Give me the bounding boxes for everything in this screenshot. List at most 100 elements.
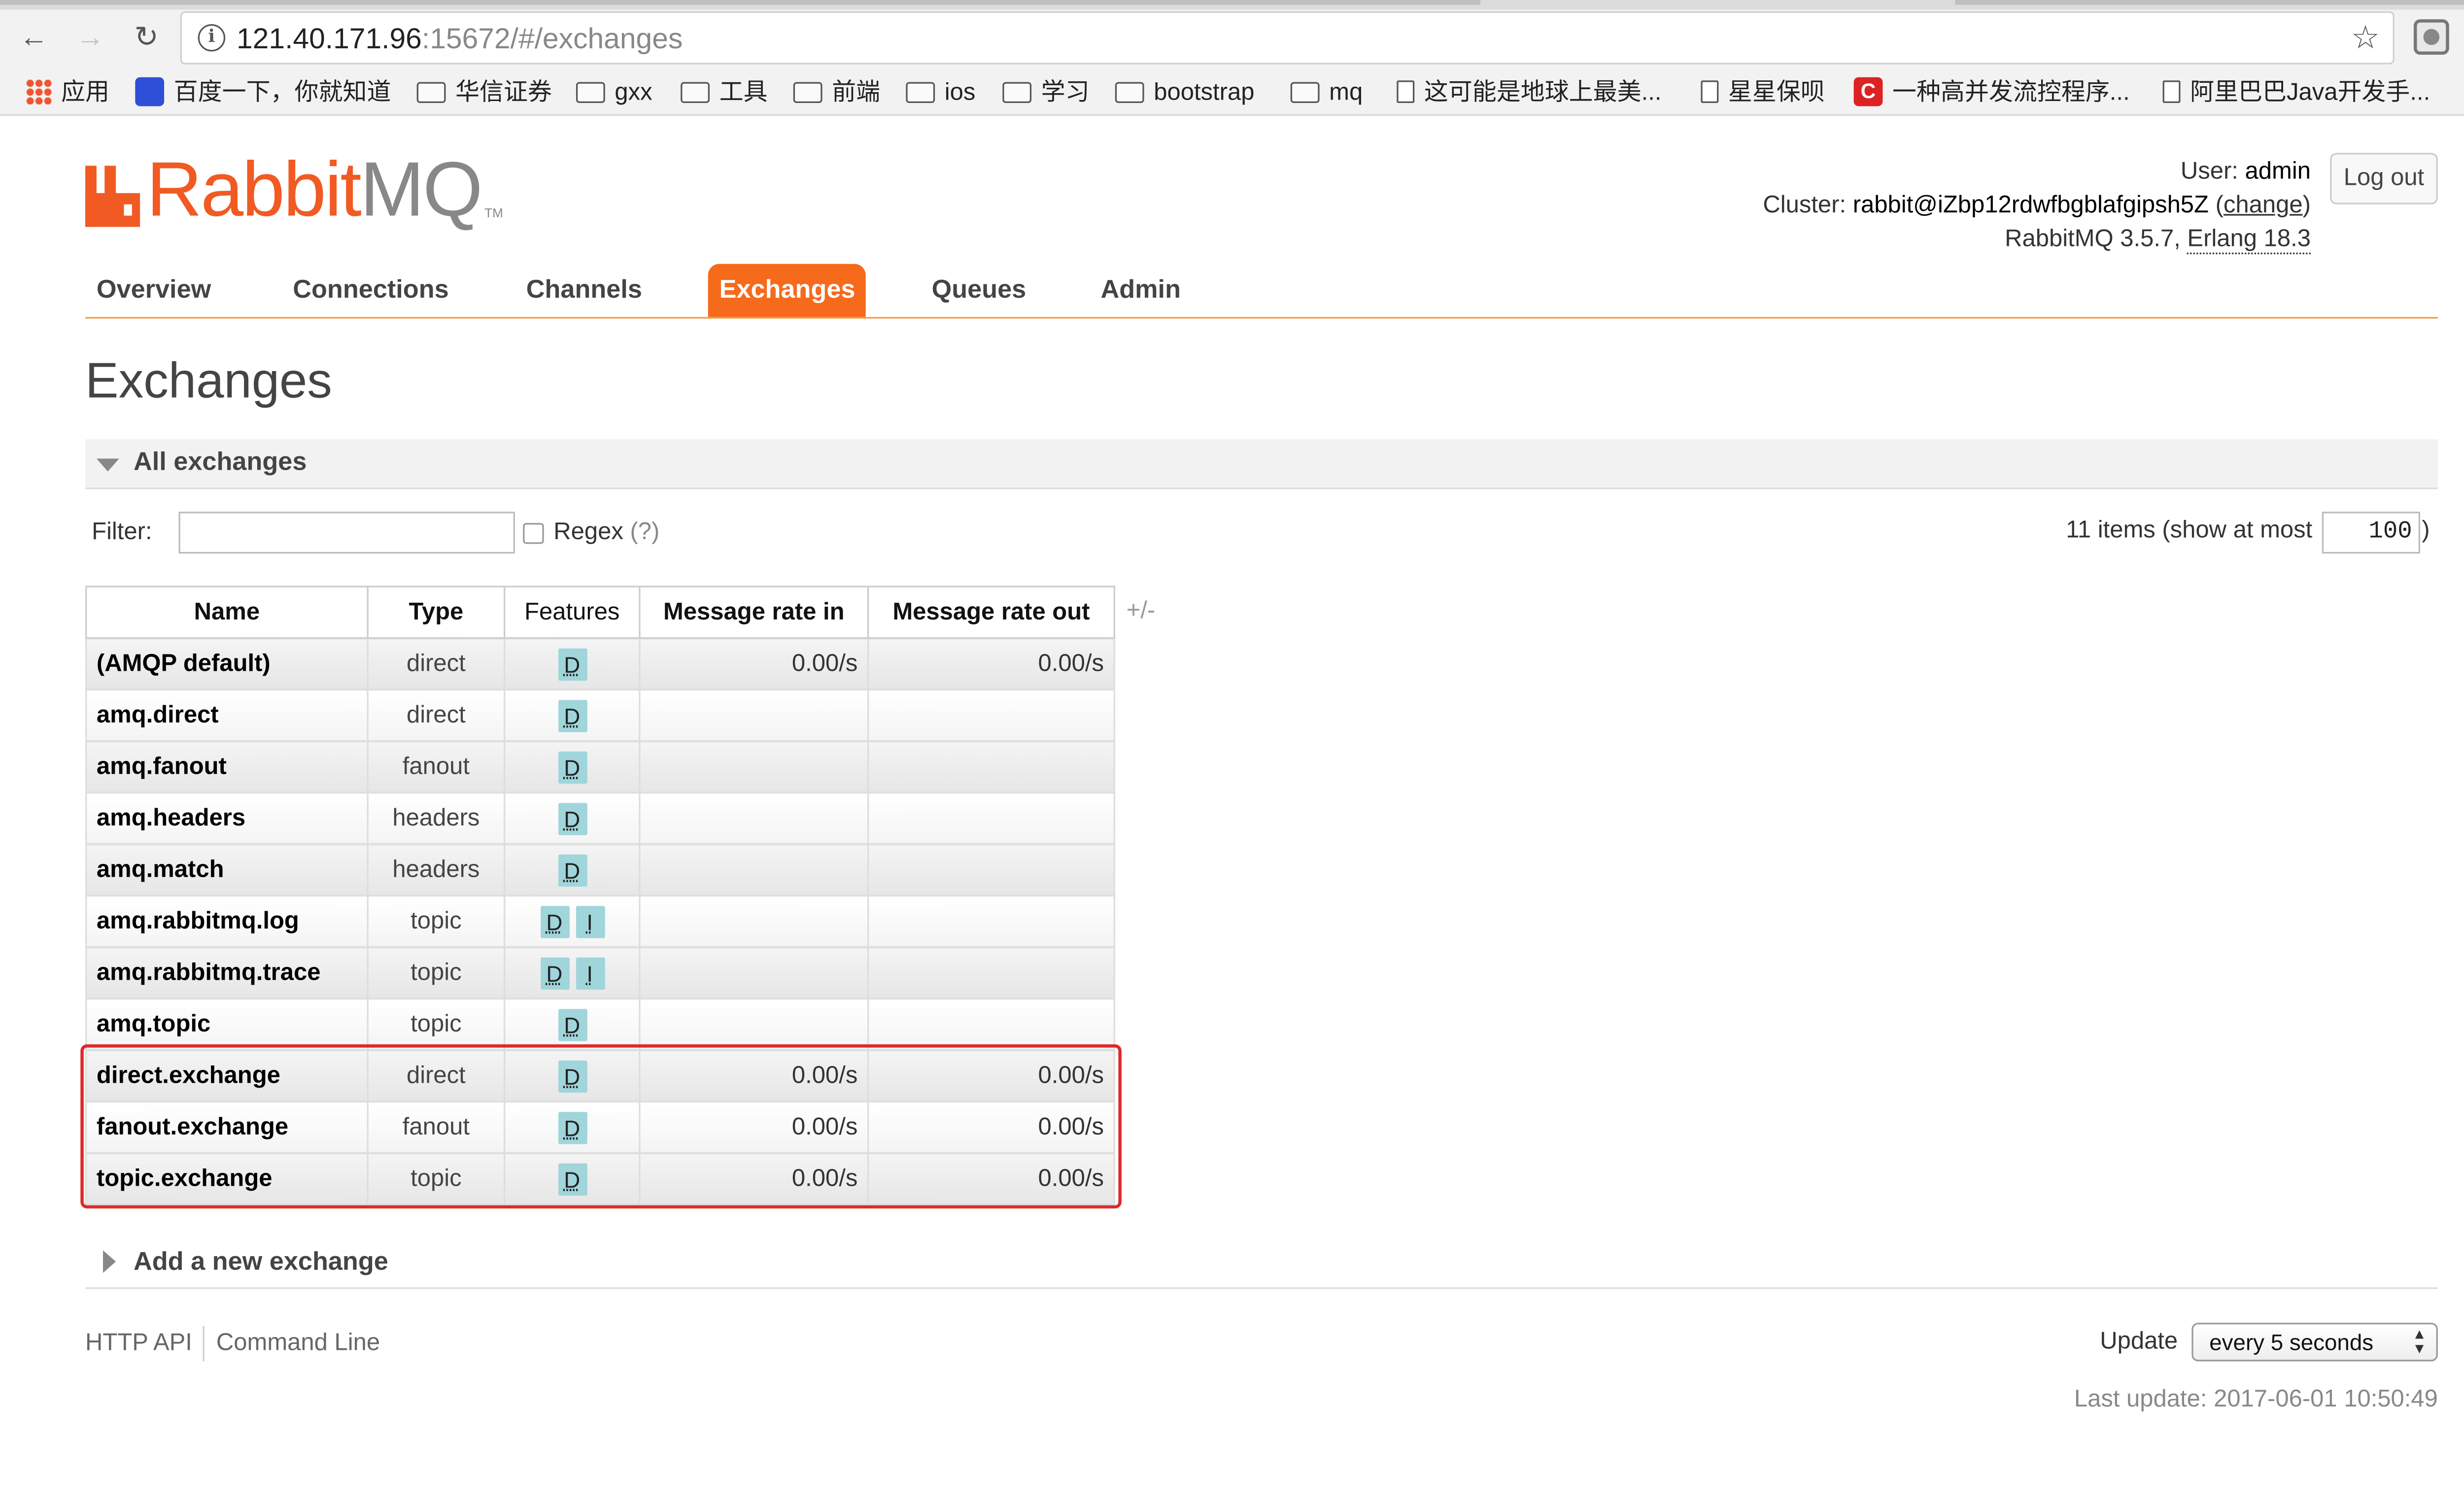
regex-checkbox[interactable] xyxy=(523,523,544,544)
bookmark-folder[interactable]: 学习 xyxy=(1002,77,1090,109)
bookmark-folder[interactable]: 前端 xyxy=(793,77,880,109)
http-api-link[interactable]: HTTP API xyxy=(85,1329,192,1357)
tab-exchanges[interactable]: Exchanges xyxy=(708,264,867,317)
extension-icon[interactable] xyxy=(2413,19,2449,55)
back-icon[interactable]: ← xyxy=(16,19,52,55)
tab-queues[interactable]: Queues xyxy=(921,264,1037,317)
exchange-type: direct xyxy=(367,688,506,742)
exchange-name-link[interactable]: amq.fanout xyxy=(85,740,369,793)
update-interval-select[interactable]: every 5 seconds ▲ ▼ xyxy=(2191,1323,2438,1362)
exchange-type: direct xyxy=(367,637,506,690)
logout-button[interactable]: Log out xyxy=(2330,153,2438,205)
bookmark-folder[interactable]: 华信证券 xyxy=(416,77,552,109)
message-rate-in xyxy=(639,946,869,999)
bookmark-star-icon[interactable]: ☆ xyxy=(2351,18,2380,58)
bookmark-folder[interactable]: ios xyxy=(906,77,975,109)
message-rate-out: 0.00/s xyxy=(867,1049,1115,1102)
exchange-type: topic xyxy=(367,894,506,948)
tab-connections[interactable]: Connections xyxy=(281,264,460,317)
exchange-features: D xyxy=(504,791,641,845)
browser-tab[interactable] xyxy=(1955,0,2464,5)
message-rate-in xyxy=(639,843,869,896)
table-row[interactable]: amq.topic topic D xyxy=(85,997,1115,1051)
bookmark-folder[interactable]: gxx xyxy=(576,77,652,109)
table-row[interactable]: amq.match headers D xyxy=(85,843,1115,896)
table-row[interactable]: amq.direct direct D xyxy=(85,688,1115,742)
select-arrows-icon: ▲ ▼ xyxy=(2412,1326,2427,1357)
col-rate-out[interactable]: Message rate out xyxy=(867,585,1115,639)
exchange-name-link[interactable]: fanout.exchange xyxy=(85,1100,369,1154)
url-text[interactable]: 121.40.171.96:15672/#/exchanges xyxy=(237,23,683,57)
exchange-name-link[interactable]: amq.match xyxy=(85,843,369,896)
message-rate-in: 0.00/s xyxy=(639,1100,869,1154)
bookmark-page[interactable]: 这可能是地球上最美... xyxy=(1397,77,1661,109)
table-row[interactable]: (AMQP default) direct D 0.00/s 0.00/s xyxy=(85,637,1115,690)
col-type[interactable]: Type xyxy=(367,585,506,639)
table-row[interactable]: amq.rabbitmq.trace topic D I xyxy=(85,946,1115,999)
tab-overview[interactable]: Overview xyxy=(85,264,222,317)
table-row[interactable]: amq.fanout fanout D xyxy=(85,740,1115,793)
add-exchange-toggle[interactable]: Add a new exchange xyxy=(85,1239,2438,1289)
internal-badge: I xyxy=(575,957,605,989)
regex-help-link[interactable]: (?) xyxy=(630,518,659,546)
column-toggle[interactable]: +/- xyxy=(1127,597,1156,624)
change-cluster-link[interactable]: change xyxy=(2224,192,2303,219)
exchange-name-link[interactable]: amq.rabbitmq.trace xyxy=(85,946,369,999)
exchange-name-link[interactable]: direct.exchange xyxy=(85,1049,369,1102)
folder-icon xyxy=(1115,81,1144,103)
exchange-name-link[interactable]: amq.rabbitmq.log xyxy=(85,894,369,948)
bookmark-csdn[interactable]: C 一种高并发流控程序... xyxy=(1853,77,2130,109)
close-paren: ) xyxy=(2422,516,2430,544)
table-row[interactable]: amq.headers headers D xyxy=(85,791,1115,845)
message-rate-in: 0.00/s xyxy=(639,1049,869,1102)
exchange-features: D xyxy=(504,637,641,690)
message-rate-in: 0.00/s xyxy=(639,1152,869,1205)
message-rate-out xyxy=(867,946,1115,999)
exchange-features: D xyxy=(504,1049,641,1102)
table-row[interactable]: direct.exchange direct D 0.00/s 0.00/s xyxy=(85,1049,1115,1102)
cluster-label: Cluster: xyxy=(1763,191,1847,219)
update-interval-value: every 5 seconds xyxy=(2209,1329,2374,1355)
bookmark-page[interactable]: 星星保呗 xyxy=(1701,77,1825,109)
durable-badge: D xyxy=(557,1060,587,1092)
exchange-name-link[interactable]: amq.topic xyxy=(85,997,369,1051)
exchange-type: fanout xyxy=(367,1100,506,1154)
table-row[interactable]: topic.exchange topic D 0.00/s 0.00/s xyxy=(85,1152,1115,1205)
address-bar[interactable]: i 121.40.171.96:15672/#/exchanges ☆ xyxy=(180,11,2395,65)
exchange-type: topic xyxy=(367,1152,506,1205)
exchange-name-link[interactable]: amq.direct xyxy=(85,688,369,742)
reload-icon[interactable]: ↻ xyxy=(129,19,164,55)
bookmark-folder[interactable]: 工具 xyxy=(681,77,768,109)
site-info-icon[interactable]: i xyxy=(198,24,226,52)
url-host: 121.40.171.96 xyxy=(236,22,422,55)
message-rate-out xyxy=(867,791,1115,845)
all-exchanges-toggle[interactable]: All exchanges xyxy=(85,439,2438,489)
durable-badge: D xyxy=(557,751,587,783)
tab-channels[interactable]: Channels xyxy=(515,264,653,317)
durable-badge: D xyxy=(540,957,569,989)
exchange-name-link[interactable]: (AMQP default) xyxy=(85,637,369,690)
browser-tab[interactable] xyxy=(0,0,1481,5)
bookmark-folder[interactable]: bootstrap xyxy=(1115,77,1254,109)
col-name[interactable]: Name xyxy=(85,585,369,639)
table-row[interactable]: fanout.exchange fanout D 0.00/s 0.00/s xyxy=(85,1100,1115,1154)
col-rate-in[interactable]: Message rate in xyxy=(639,585,869,639)
bookmark-baidu[interactable]: 百度一下，你就知道 xyxy=(135,77,391,109)
filter-input[interactable] xyxy=(178,512,515,554)
command-line-link[interactable]: Command Line xyxy=(216,1329,380,1357)
message-rate-in xyxy=(639,894,869,948)
cluster-name: rabbit@iZbp12rdwfbgblafgipsh5Z xyxy=(1852,191,2209,219)
items-count: 11 items (show at most xyxy=(2066,516,2313,544)
forward-icon[interactable]: → xyxy=(72,19,108,55)
durable-badge: D xyxy=(557,1163,587,1195)
rabbitmq-logo[interactable]: RabbitMQ TM xyxy=(85,152,503,229)
exchange-name-link[interactable]: topic.exchange xyxy=(85,1152,369,1205)
table-row[interactable]: amq.rabbitmq.log topic D I xyxy=(85,894,1115,948)
show-max-input[interactable]: 100 xyxy=(2322,512,2421,554)
bookmark-page[interactable]: 阿里巴巴Java开发手... xyxy=(2162,77,2430,109)
exchange-name-link[interactable]: amq.headers xyxy=(85,791,369,845)
bookmark-folder[interactable]: mq xyxy=(1290,77,1363,109)
last-update: Last update: 2017-06-01 10:50:49 xyxy=(2074,1385,2438,1413)
bookmark-apps[interactable]: 应用 xyxy=(26,77,109,109)
tab-admin[interactable]: Admin xyxy=(1090,264,1192,317)
